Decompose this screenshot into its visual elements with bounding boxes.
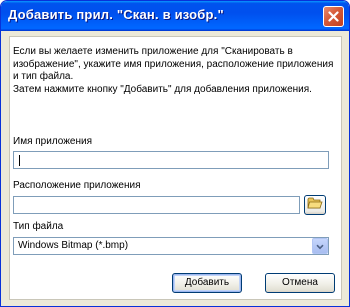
dialog-window: Добавить прил. "Скан. в изобр." Если вы … bbox=[0, 0, 350, 307]
cancel-button[interactable]: Отмена bbox=[265, 273, 335, 293]
file-type-select[interactable]: Windows Bitmap (*.bmp) bbox=[13, 237, 329, 255]
text-cursor bbox=[19, 155, 20, 166]
file-type-label: Тип файла bbox=[13, 221, 64, 232]
browse-button[interactable] bbox=[304, 195, 326, 215]
add-button[interactable]: Добавить bbox=[172, 273, 242, 293]
close-button[interactable] bbox=[323, 6, 344, 27]
chevron-down-icon bbox=[316, 237, 324, 255]
window-title: Добавить прил. "Скан. в изобр." bbox=[8, 7, 224, 22]
app-location-label: Расположение приложения bbox=[13, 180, 141, 191]
instructions-line-1: Если вы желаете изменить приложение для … bbox=[13, 46, 334, 82]
app-location-input[interactable] bbox=[13, 196, 300, 214]
dialog-body: Если вы желаете изменить приложение для … bbox=[4, 31, 346, 303]
instructions-text: Если вы желаете изменить приложение для … bbox=[13, 46, 339, 96]
folder-icon bbox=[307, 196, 323, 214]
app-name-label: Имя приложения bbox=[13, 136, 92, 147]
content-panel: Если вы желаете изменить приложение для … bbox=[9, 36, 342, 300]
title-bar[interactable]: Добавить прил. "Скан. в изобр." bbox=[1, 1, 349, 31]
dropdown-button[interactable] bbox=[312, 238, 328, 254]
instructions-line-2: Затем нажмите кнопку "Добавить" для доба… bbox=[13, 83, 312, 95]
app-name-input[interactable] bbox=[13, 151, 329, 169]
close-icon bbox=[328, 11, 339, 22]
file-type-value: Windows Bitmap (*.bmp) bbox=[18, 240, 129, 251]
